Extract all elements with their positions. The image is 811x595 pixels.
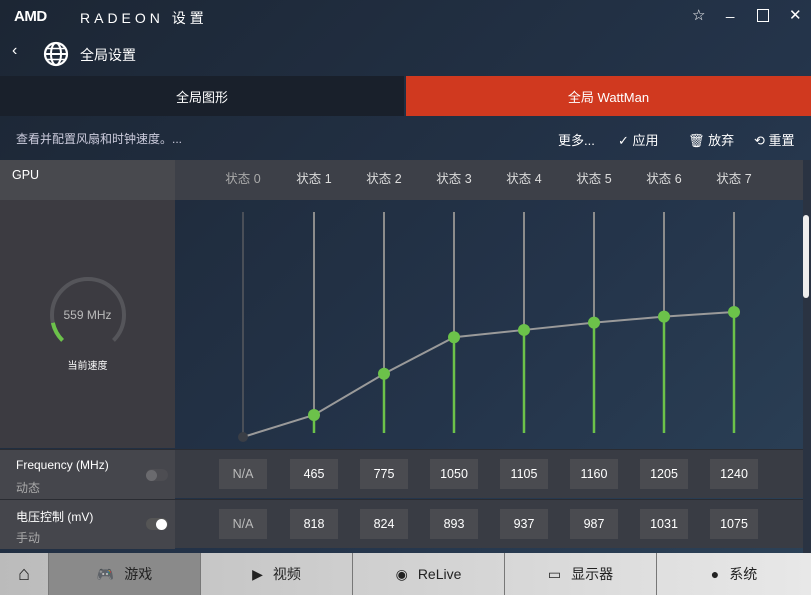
reset-icon: ⟲ (754, 133, 769, 148)
frequency-label-cell: Frequency (MHz) 动态 (0, 450, 175, 499)
reset-label: 重置 (768, 133, 795, 148)
voltage-state-1-input[interactable]: 818 (290, 509, 338, 539)
check-icon: ✓ (618, 133, 633, 148)
nav-relive[interactable]: ◉ ReLive (353, 553, 505, 595)
state-header-0: 状态 0 (225, 172, 261, 186)
nav-display[interactable]: ▭ 显示器 (505, 553, 657, 595)
discard-label: 放弃 (708, 133, 735, 148)
app-title: RADEON 设置 (80, 10, 208, 26)
nav-label: ReLive (417, 566, 462, 582)
voltage-mode: 手动 (16, 531, 41, 545)
voltage-state-4-input[interactable]: 937 (500, 509, 548, 539)
state-header-3: 状态 3 (436, 172, 472, 186)
nav-label: 系统 (729, 566, 758, 582)
nav-label: 视频 (272, 566, 301, 582)
gauge-panel: 559 MHz 当前速度 (0, 200, 175, 448)
reset-button[interactable]: ⟲ 重置 (754, 130, 795, 149)
tab-global-wattman[interactable]: 全局 WattMan (406, 76, 811, 116)
state-header-4: 状态 4 (506, 172, 542, 186)
state-handle-3[interactable] (448, 331, 460, 344)
voltage-state-2-input[interactable]: 824 (360, 509, 408, 539)
gauge-label: 当前速度 (67, 361, 108, 372)
minimize-icon[interactable]: _ (726, 2, 734, 19)
gauge-value: 559 MHz (63, 308, 112, 322)
state-handle-1[interactable] (308, 409, 320, 421)
trash-icon: 🗑 (688, 133, 709, 148)
globe-icon (43, 41, 69, 67)
apply-button[interactable]: ✓ 应用 (618, 130, 659, 149)
state-handle-0[interactable] (238, 432, 248, 442)
state-header-7: 状态 7 (716, 172, 752, 186)
voltage-state-6-input[interactable]: 1031 (640, 509, 688, 539)
frequency-state-1-input[interactable]: 465 (290, 459, 338, 489)
state-handle-6[interactable] (658, 310, 670, 323)
page-header: ‹ 全局设置 (0, 36, 811, 72)
scrollbar-thumb[interactable] (803, 215, 809, 298)
frequency-label: Frequency (MHz) (16, 458, 109, 472)
tab-global-graphics[interactable]: 全局图形 (0, 76, 404, 116)
frequency-mode: 动态 (16, 481, 41, 495)
more-button[interactable]: 更多... (558, 130, 595, 149)
apply-label: 应用 (632, 133, 659, 148)
frequency-state-5-input[interactable]: 1160 (570, 459, 618, 489)
state-header-1: 状态 1 (296, 172, 332, 186)
voltage-state-7-input[interactable]: 1075 (710, 509, 758, 539)
relive-icon: ◉ (395, 565, 408, 582)
state-header-6: 状态 6 (646, 172, 682, 186)
discard-button[interactable]: 🗑 放弃 (688, 130, 734, 149)
gpu-label: GPU (12, 168, 40, 182)
back-icon[interactable]: ‹ (12, 42, 17, 60)
nav-label: 显示器 (571, 566, 614, 582)
close-icon[interactable]: ✕ (789, 6, 802, 24)
state-chart (238, 212, 740, 442)
home-icon: ⌂ (17, 562, 31, 585)
nav-video[interactable]: ▶ 视频 (201, 553, 353, 595)
voltage-state-3-input[interactable]: 893 (430, 509, 478, 539)
voltage-label-cell: 电压控制 (mV) 手动 (0, 500, 175, 549)
nav-system[interactable]: ● 系统 (657, 553, 811, 595)
frequency-state-7-input[interactable]: 1240 (710, 459, 758, 489)
gpu-header: GPU (0, 160, 175, 200)
frequency-toggle[interactable] (146, 469, 168, 481)
state-handle-4[interactable] (518, 323, 530, 336)
nav-home[interactable]: ⌂ (0, 553, 49, 595)
star-icon[interactable]: ☆ (692, 6, 705, 24)
state-handle-7[interactable] (728, 306, 740, 318)
voltage-toggle[interactable] (146, 518, 168, 530)
frequency-state-4-input[interactable]: 1105 (500, 459, 548, 489)
state-header-5: 状态 5 (576, 172, 612, 186)
nav-label: 游戏 (124, 566, 153, 582)
voltage-state-0-input: N/A (219, 509, 267, 539)
play-icon: ▶ (252, 565, 263, 582)
title-bar: AMD RADEON 设置 ☆ _ ✕ (0, 0, 811, 34)
voltage-label: 电压控制 (mV) (16, 510, 94, 524)
description: 查看并配置风扇和时钟速度。... (16, 132, 183, 146)
frequency-state-6-input[interactable]: 1205 (640, 459, 688, 489)
page-title: 全局设置 (80, 47, 136, 63)
monitor-icon: ▭ (547, 565, 562, 582)
frequency-state-0-input: N/A (219, 459, 267, 489)
system-icon: ● (710, 566, 720, 582)
state-header-2: 状态 2 (366, 172, 402, 186)
voltage-state-5-input[interactable]: 987 (570, 509, 618, 539)
bottom-nav: ⌂ 🎮 游戏 ▶ 视频 ◉ ReLive ▭ 显示器 ● 系统 (0, 553, 811, 595)
amd-logo: AMD (14, 8, 47, 25)
state-handle-2[interactable] (378, 367, 390, 380)
nav-gaming[interactable]: 🎮 游戏 (49, 553, 201, 595)
frequency-state-2-input[interactable]: 775 (360, 459, 408, 489)
gamepad-icon: 🎮 (96, 565, 115, 582)
state-handle-5[interactable] (588, 316, 600, 329)
frequency-state-3-input[interactable]: 1050 (430, 459, 478, 489)
maximize-icon[interactable] (757, 9, 769, 22)
